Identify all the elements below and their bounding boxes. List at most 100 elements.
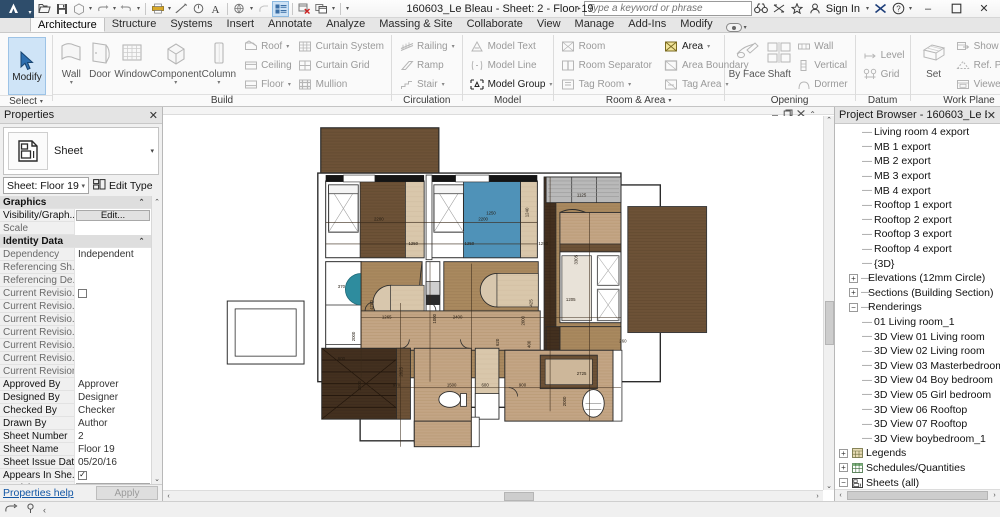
3d-view-caret[interactable]: ▾ — [248, 1, 255, 17]
table-row[interactable]: Sheet Name Floor 19 — [0, 442, 151, 456]
tree-item-3d-view-03[interactable]: — 3D View 03 Masterbedroom — [835, 359, 1000, 374]
properties-type-caret-icon[interactable]: ▾ — [150, 147, 154, 155]
tree-item-01-living-room-1[interactable]: — 01 Living room_1 — [835, 315, 1000, 330]
collapse-icon[interactable]: − — [839, 478, 848, 488]
grid-button[interactable]: Grid — [860, 65, 908, 84]
sheet-name-value[interactable]: Floor 19 — [74, 442, 151, 456]
table-row[interactable]: Scale — [0, 221, 151, 235]
tree-item-living-room-4-export[interactable]: — Living room 4 export — [835, 125, 1000, 140]
ramp-button[interactable]: Ramp — [396, 56, 458, 75]
thin-lines-icon[interactable] — [272, 0, 289, 17]
project-browser-close-icon[interactable]: ✕ — [987, 109, 996, 122]
vertical-scroll-thumb[interactable] — [824, 301, 834, 345]
tree-item-rooftop-2-export[interactable]: — Rooftop 2 export — [835, 213, 1000, 228]
model-group-dropdown-icon[interactable]: ▾ — [549, 81, 552, 88]
show-work-plane-button[interactable]: Show — [953, 37, 1000, 56]
row-value[interactable]: Author — [74, 416, 151, 430]
floor-plan-canvas[interactable]: 2200 2200 1240 1250 1250 1250 1250 370 4… — [163, 116, 823, 490]
curtain-grid-button[interactable]: Curtain Grid — [295, 56, 387, 75]
tree-item-3d-view-06[interactable]: — 3D View 06 Rooftop — [835, 402, 1000, 417]
horizontal-scroll-thumb[interactable] — [847, 491, 988, 500]
properties-help-link[interactable]: Properties help — [3, 487, 74, 499]
default-3d-view-icon[interactable] — [231, 1, 248, 17]
tab-collaborate[interactable]: Collaborate — [460, 17, 530, 32]
table-row[interactable]: Current Revisio... — [0, 286, 151, 300]
tab-annotate[interactable]: Annotate — [261, 17, 319, 32]
switch-windows-caret[interactable]: ▾ — [330, 1, 337, 17]
checkbox[interactable] — [78, 288, 87, 298]
properties-scrollbar[interactable]: ⌃ ⌄ — [151, 196, 162, 484]
application-menu-caret[interactable]: ▾ — [26, 0, 34, 18]
scroll-right-icon[interactable]: › — [989, 492, 1000, 499]
table-row[interactable]: Approved By Approver — [0, 377, 151, 391]
qat-customize-caret[interactable]: ▾ — [344, 1, 351, 17]
tree-item-mb-3-export[interactable]: — MB 3 export — [835, 169, 1000, 184]
wall-dropdown-icon[interactable]: ▾ — [70, 80, 73, 86]
opening-vertical-button[interactable]: Vertical — [793, 56, 850, 75]
edit-type-button[interactable]: Edit Type — [89, 177, 159, 194]
collapse-icon[interactable]: ⌃ — [139, 198, 145, 206]
level-button[interactable]: Level — [860, 46, 908, 65]
area-dropdown-icon[interactable]: ▾ — [707, 43, 710, 50]
row-value[interactable]: Approver — [74, 377, 151, 391]
tab-massing-site[interactable]: Massing & Site — [372, 17, 459, 32]
scroll-up-icon[interactable]: ⌃ — [154, 196, 160, 207]
row-value[interactable]: Checker — [74, 403, 151, 417]
component-dropdown-icon[interactable]: ▾ — [174, 80, 177, 86]
tree-item-schedules-quantities[interactable]: + Schedules/Quantities — [835, 461, 1000, 476]
table-row[interactable]: Sheet Number 2 — [0, 429, 151, 443]
save-icon[interactable] — [53, 1, 70, 17]
search-caret-icon[interactable]: ▸ — [575, 5, 584, 12]
table-row[interactable]: Referencing Sh... — [0, 260, 151, 274]
table-row[interactable]: Current Revisio... — [0, 351, 151, 365]
tag-room-button[interactable]: Tag Room ▾ — [558, 75, 655, 94]
ref-plane-button[interactable]: Ref. Plane — [953, 56, 1000, 75]
redo-caret[interactable]: ▾ — [135, 1, 142, 17]
tree-item-mb-2-export[interactable]: — MB 2 export — [835, 154, 1000, 169]
person-icon[interactable] — [806, 1, 824, 17]
redo-icon[interactable] — [118, 1, 135, 17]
row-value[interactable]: Designer — [74, 390, 151, 404]
tab-manage[interactable]: Manage — [568, 17, 622, 32]
aligned-dimension-icon[interactable] — [190, 1, 207, 17]
table-row[interactable]: Drawn By Author — [0, 416, 151, 430]
roof-button[interactable]: Roof ▾ — [240, 37, 295, 56]
exchange-icon[interactable] — [770, 1, 788, 17]
canvas-horizontal-scrollbar[interactable]: ‹ › — [163, 490, 823, 501]
properties-close-icon[interactable]: ✕ — [149, 109, 158, 122]
star-icon[interactable] — [788, 1, 806, 17]
undo-caret[interactable]: ▾ — [111, 1, 118, 17]
set-work-plane-button[interactable]: Set — [915, 36, 953, 80]
sheet-issue-date-value[interactable]: 05/20/16 — [74, 455, 151, 469]
tree-item-legends[interactable]: + Legends — [835, 446, 1000, 461]
tree-item-mb-1-export[interactable]: — MB 1 export — [835, 140, 1000, 155]
snap-icon[interactable] — [4, 503, 18, 517]
opening-wall-button[interactable]: Wall — [793, 37, 850, 56]
tree-item-3d-view-boybedroom-1[interactable]: — 3D View boybedroom_1 — [835, 431, 1000, 446]
print-caret[interactable]: ▾ — [166, 1, 173, 17]
ceiling-button[interactable]: Ceiling — [240, 56, 295, 75]
canvas-vertical-scrollbar[interactable]: ⌃ ⌄ — [823, 116, 834, 490]
table-row[interactable]: Revisions on S... Edit... — [0, 481, 151, 484]
window-button[interactable]: Window — [114, 36, 150, 80]
apply-button[interactable]: Apply — [96, 486, 158, 500]
mullion-button[interactable]: Mullion — [295, 75, 387, 94]
tree-item-3d-view-04[interactable]: — 3D View 04 Boy bedroom — [835, 373, 1000, 388]
drawing-area[interactable]: ⌃ 2200 2200 1240 1250 1250 1250 1250 370… — [163, 107, 835, 501]
back-icon[interactable]: ‹ — [43, 505, 46, 515]
type-selector-dropdown[interactable]: Sheet: Floor 19 ▾ — [3, 177, 89, 194]
room-button[interactable]: Room — [558, 37, 655, 56]
print-icon[interactable] — [149, 1, 166, 17]
measure-icon[interactable] — [173, 1, 190, 17]
properties-type-preview[interactable]: Sheet ▾ — [3, 127, 159, 175]
door-button[interactable]: Door — [86, 36, 115, 80]
help-caret[interactable]: ▾ — [907, 1, 914, 17]
tree-item-rooftop-4-export[interactable]: — Rooftop 4 export — [835, 242, 1000, 257]
undo-icon[interactable] — [94, 1, 111, 17]
tab-insert[interactable]: Insert — [220, 17, 262, 32]
expand-icon[interactable]: + — [839, 463, 848, 473]
curtain-system-button[interactable]: Curtain System — [295, 37, 387, 56]
tree-item-sheets-all[interactable]: − Sheets (all) — [835, 475, 1000, 489]
window-maximize-button[interactable] — [942, 0, 970, 18]
tree-item-sections[interactable]: + — Sections (Building Section) — [835, 286, 1000, 301]
